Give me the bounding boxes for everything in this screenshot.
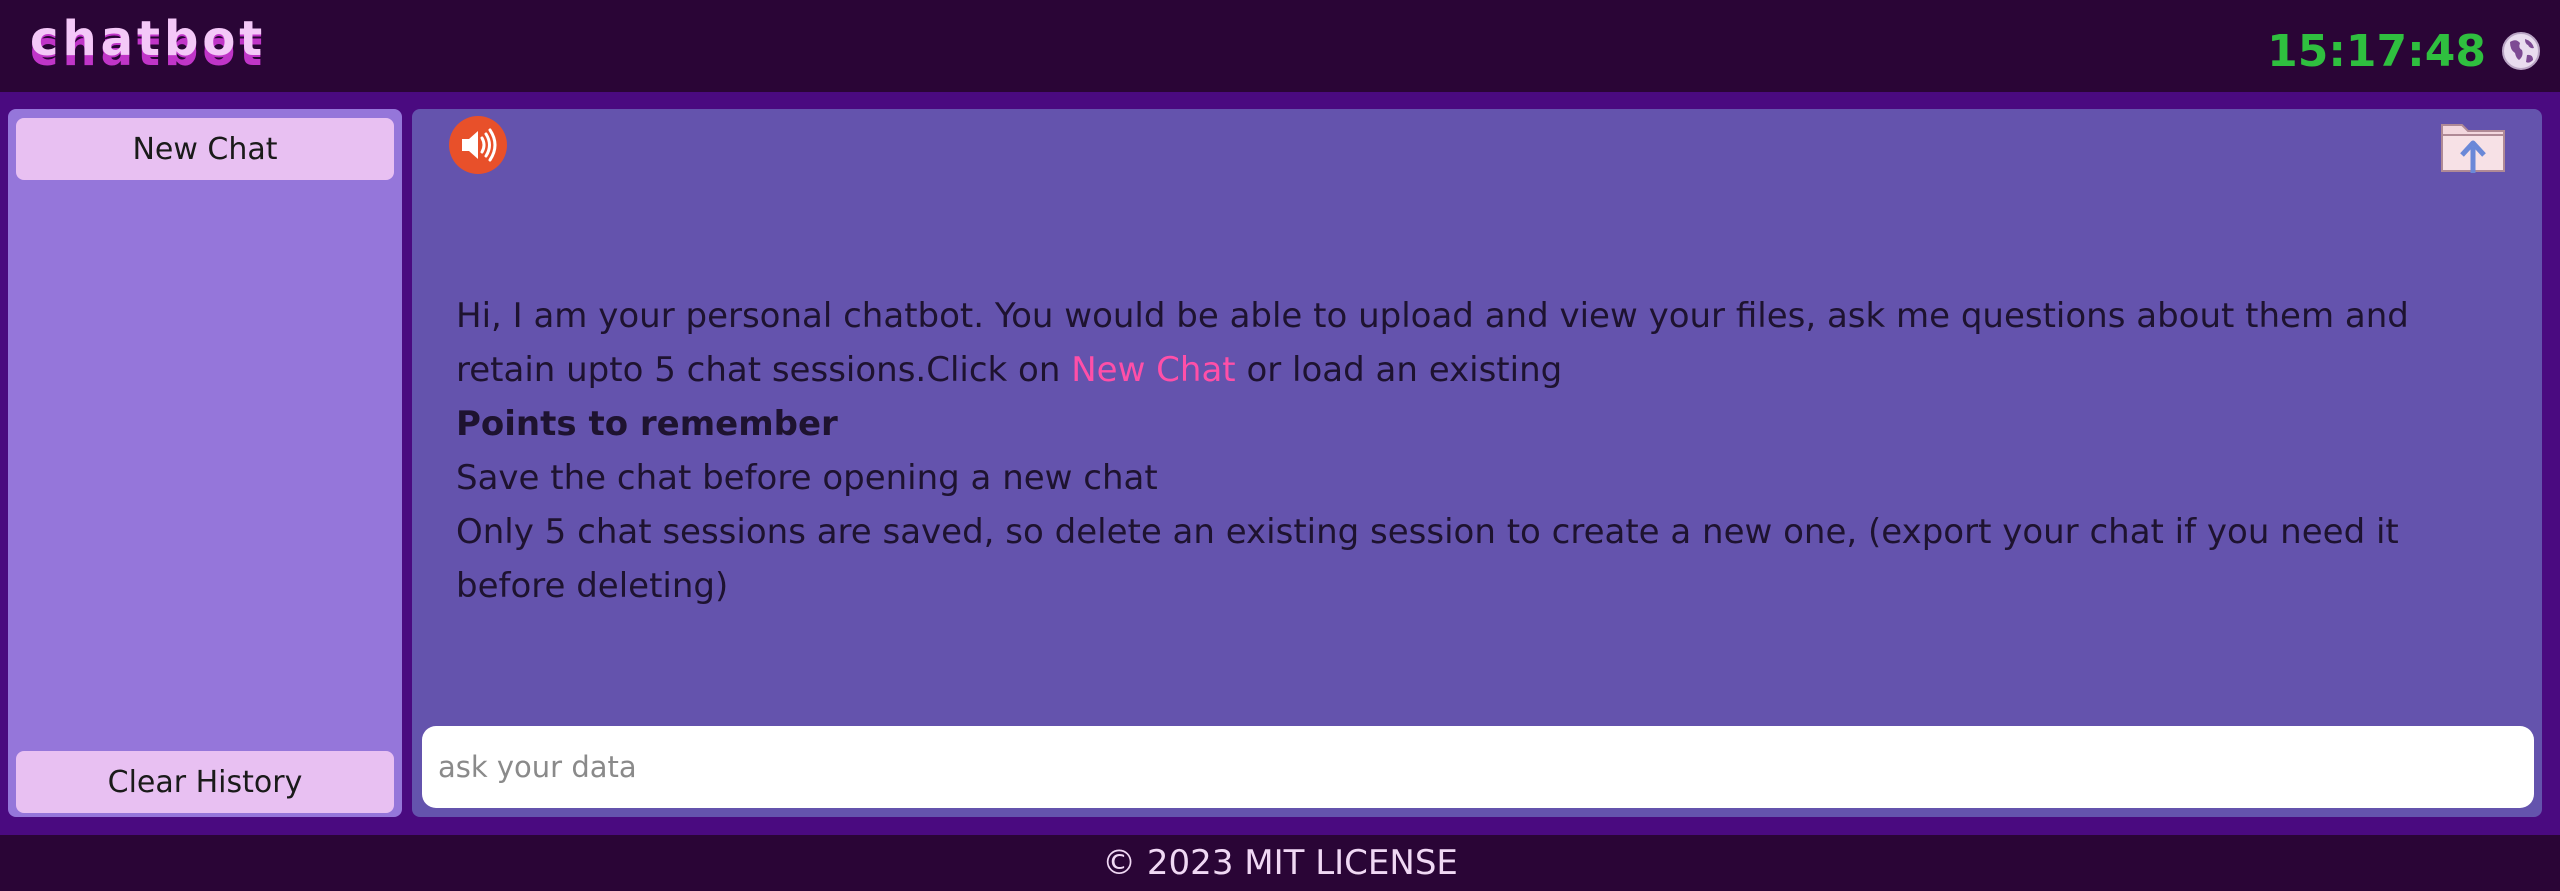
points-heading: Points to remember [456, 404, 838, 444]
footer-license: © 2023 MIT LICENSE [0, 835, 2560, 891]
upload-folder-icon[interactable] [2438, 117, 2508, 179]
chat-input[interactable] [422, 726, 2534, 808]
clear-history-button[interactable]: Clear History [16, 751, 394, 813]
point-item: Only 5 chat sessions are saved, so delet… [456, 512, 2399, 606]
sidebar: New Chat Clear History [8, 109, 402, 817]
new-chat-link[interactable]: New Chat [1071, 350, 1235, 390]
speaker-icon[interactable] [448, 115, 508, 175]
welcome-text-tail: or load an existing [1246, 350, 1563, 390]
new-chat-button[interactable]: New Chat [16, 118, 394, 180]
globe-icon[interactable] [2500, 30, 2542, 72]
chat-panel: Hi, I am your personal chatbot. You woul… [412, 109, 2542, 817]
clock-display: 15:17:48 [2267, 26, 2486, 77]
welcome-line: Hi, I am your personal chatbot. You woul… [456, 289, 2506, 397]
point-item: Save the chat before opening a new chat [456, 458, 1158, 498]
app-header: chatbot 15:17:48 [0, 0, 2560, 92]
app-logo: chatbot [30, 11, 267, 67]
welcome-message: Hi, I am your personal chatbot. You woul… [456, 289, 2506, 613]
